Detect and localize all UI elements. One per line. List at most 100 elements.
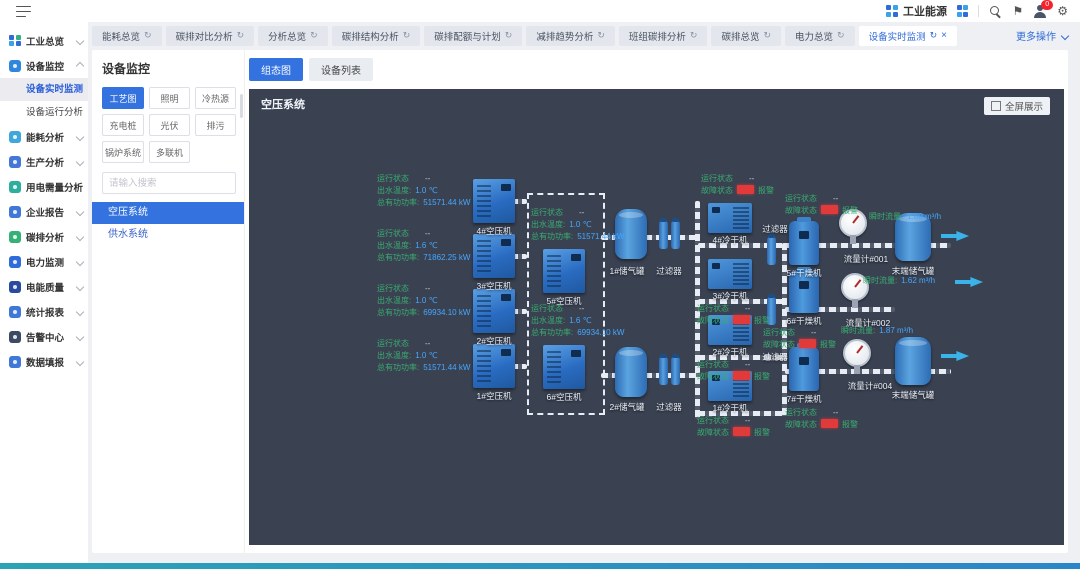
device-status-block: 运行状态-- 故障状态报警 (785, 193, 858, 217)
device-label: 5#干燥机 (777, 267, 831, 279)
alarm-center-icon (9, 331, 21, 343)
alarm-badge (799, 339, 816, 348)
sidebar-item-alarm-center[interactable]: 告警中心 (0, 324, 88, 349)
compressor-4 (473, 179, 515, 223)
device-status-block: 运行状态-- 出水温度:1.0 ℃ 总有功功率:51571.44 kW (377, 173, 470, 209)
tab-item-active[interactable]: 设备实时监测↻× (859, 26, 957, 46)
refresh-icon[interactable]: ↻ (763, 30, 771, 41)
scada-canvas: 空压系统 全屏展示 (249, 89, 1064, 545)
sidebar-item-power-quality[interactable]: 电能质量 (0, 274, 88, 299)
tab-item-6[interactable]: 班组碳排分析↻ (619, 26, 708, 46)
chevron-down-icon (76, 157, 84, 165)
refresh-icon[interactable]: ↻ (837, 30, 845, 41)
sidebar-item-production-analysis[interactable]: 生产分析 (0, 149, 88, 174)
device-label: 末端储气罐 (877, 265, 949, 277)
tab-item-4[interactable]: 碳排配额与计划↻ (424, 26, 522, 46)
tab-item-2[interactable]: 分析总览↻ (258, 26, 328, 46)
more-actions-button[interactable]: 更多操作 (1016, 28, 1068, 43)
category-hvac-source[interactable]: 冷热源 (195, 87, 236, 109)
system-item-water-supply[interactable]: 供水系统 (92, 224, 244, 246)
sidebar-item-statistic-report[interactable]: 统计报表 (0, 299, 88, 324)
chevron-down-icon (76, 232, 84, 240)
sidebar-item-data-entry[interactable]: 数据填报 (0, 349, 88, 374)
compressor-2 (473, 289, 515, 333)
tab-item-1[interactable]: 碳排对比分析↻ (166, 26, 255, 46)
filter-unit (767, 237, 776, 265)
sidebar-item-industry-overview[interactable]: 工业总览 (0, 28, 88, 53)
refresh-icon[interactable]: ↻ (505, 30, 513, 41)
canvas-title: 空压系统 (261, 96, 305, 112)
category-photovoltaic[interactable]: 光伏 (149, 114, 190, 136)
compressor-1 (473, 344, 515, 388)
refresh-icon[interactable]: ↻ (310, 30, 318, 41)
diagram-panel: 组态图 设备列表 空压系统 全屏展示 (245, 50, 1068, 553)
tab-item-0[interactable]: 能耗总览↻ (92, 26, 162, 46)
power-quality-icon (9, 281, 21, 293)
device-label: 过滤器 (753, 223, 797, 235)
device-status-block: 运行状态-- 故障状态报警 (697, 415, 770, 439)
chevron-up-icon (76, 61, 84, 69)
device-monitor-icon (9, 60, 21, 72)
view-diagram-button[interactable]: 组态图 (249, 58, 303, 81)
chevron-down-icon (76, 282, 84, 290)
chevron-down-icon (76, 132, 84, 140)
fullscreen-button[interactable]: 全屏展示 (984, 97, 1050, 115)
header-divider (978, 5, 979, 17)
flow-readout: 瞬时流量:1.87 m³/h (841, 325, 913, 337)
device-label: 流量计#001 (831, 253, 901, 265)
refresh-icon[interactable]: ↻ (597, 30, 605, 41)
data-entry-icon (9, 356, 21, 368)
panel-title: 设备监控 (102, 60, 236, 77)
user-icon[interactable]: 0 (1033, 5, 1047, 18)
view-device-list-button[interactable]: 设备列表 (309, 58, 373, 81)
device-label: 1#冷干机 (701, 402, 759, 414)
panel-scrollbar[interactable] (240, 94, 243, 118)
sidebar-item-carbon-analysis[interactable]: 碳排分析 (0, 224, 88, 249)
sidebar-item-enterprise-report[interactable]: 企业报告 (0, 199, 88, 224)
flow-arrow (941, 231, 969, 241)
sidebar-subitem-run-analysis[interactable]: 设备运行分析 (0, 101, 88, 124)
search-input[interactable] (102, 172, 236, 194)
sidebar-item-device-monitor[interactable]: 设备监控 (0, 53, 88, 78)
close-icon[interactable]: × (941, 30, 947, 41)
device-status-block: 运行状态-- 故障状态报警 (697, 303, 770, 327)
tab-item-5[interactable]: 减排趋势分析↻ (526, 26, 615, 46)
flag-icon[interactable]: ⚑ (1012, 5, 1023, 17)
power-monitor-icon (9, 256, 21, 268)
refresh-icon[interactable]: ↻ (930, 30, 938, 41)
settings-gear-icon[interactable]: ⚙ (1057, 5, 1068, 17)
device-label: 过滤器 (647, 265, 691, 277)
device-label: 6#干燥机 (777, 315, 831, 327)
production-analysis-icon (9, 156, 21, 168)
sidebar-subitem-realtime-monitor[interactable]: 设备实时监测 (0, 78, 88, 101)
category-process-diagram[interactable]: 工艺图 (102, 87, 144, 109)
refresh-icon[interactable]: ↻ (144, 30, 152, 41)
refresh-icon[interactable]: ↻ (403, 30, 411, 41)
sidebar-item-demand-analysis[interactable]: 用电需量分析 (0, 174, 88, 199)
system-item-air-compression[interactable]: 空压系统 (92, 202, 244, 224)
flow-arrow (941, 351, 969, 361)
refresh-icon[interactable]: ↻ (690, 30, 698, 41)
refresh-icon[interactable]: ↻ (237, 30, 245, 41)
energy-analysis-icon (9, 131, 21, 143)
alarm-badge (733, 371, 750, 380)
category-filter: 工艺图 照明 冷热源 充电桩 光伏 排污 锅炉系统 多联机 (102, 87, 236, 163)
category-multi-unit[interactable]: 多联机 (149, 141, 190, 163)
tab-item-8[interactable]: 电力总览↻ (785, 26, 855, 46)
search-icon[interactable] (989, 5, 1002, 18)
sidebar-item-power-monitor[interactable]: 电力监测 (0, 249, 88, 274)
sidebar-collapse-icon[interactable] (16, 6, 31, 17)
category-boiler-system[interactable]: 锅炉系统 (102, 141, 144, 163)
air-tank-2 (615, 347, 647, 397)
category-sewage[interactable]: 排污 (195, 114, 236, 136)
filter-unit (659, 221, 680, 249)
sidebar: 工业总览 设备监控 设备实时监测 设备运行分析 能耗分析 生产分析 用电需量分析 (0, 22, 88, 563)
category-charging-pile[interactable]: 充电桩 (102, 114, 144, 136)
category-lighting[interactable]: 照明 (149, 87, 190, 109)
sidebar-item-energy-analysis[interactable]: 能耗分析 (0, 124, 88, 149)
chevron-down-icon (76, 36, 84, 44)
tab-item-3[interactable]: 碳排结构分析↻ (332, 26, 421, 46)
industry-overview-icon (9, 35, 21, 47)
tab-item-7[interactable]: 碳排总览↻ (711, 26, 781, 46)
apps-grid-icon[interactable] (957, 5, 969, 17)
